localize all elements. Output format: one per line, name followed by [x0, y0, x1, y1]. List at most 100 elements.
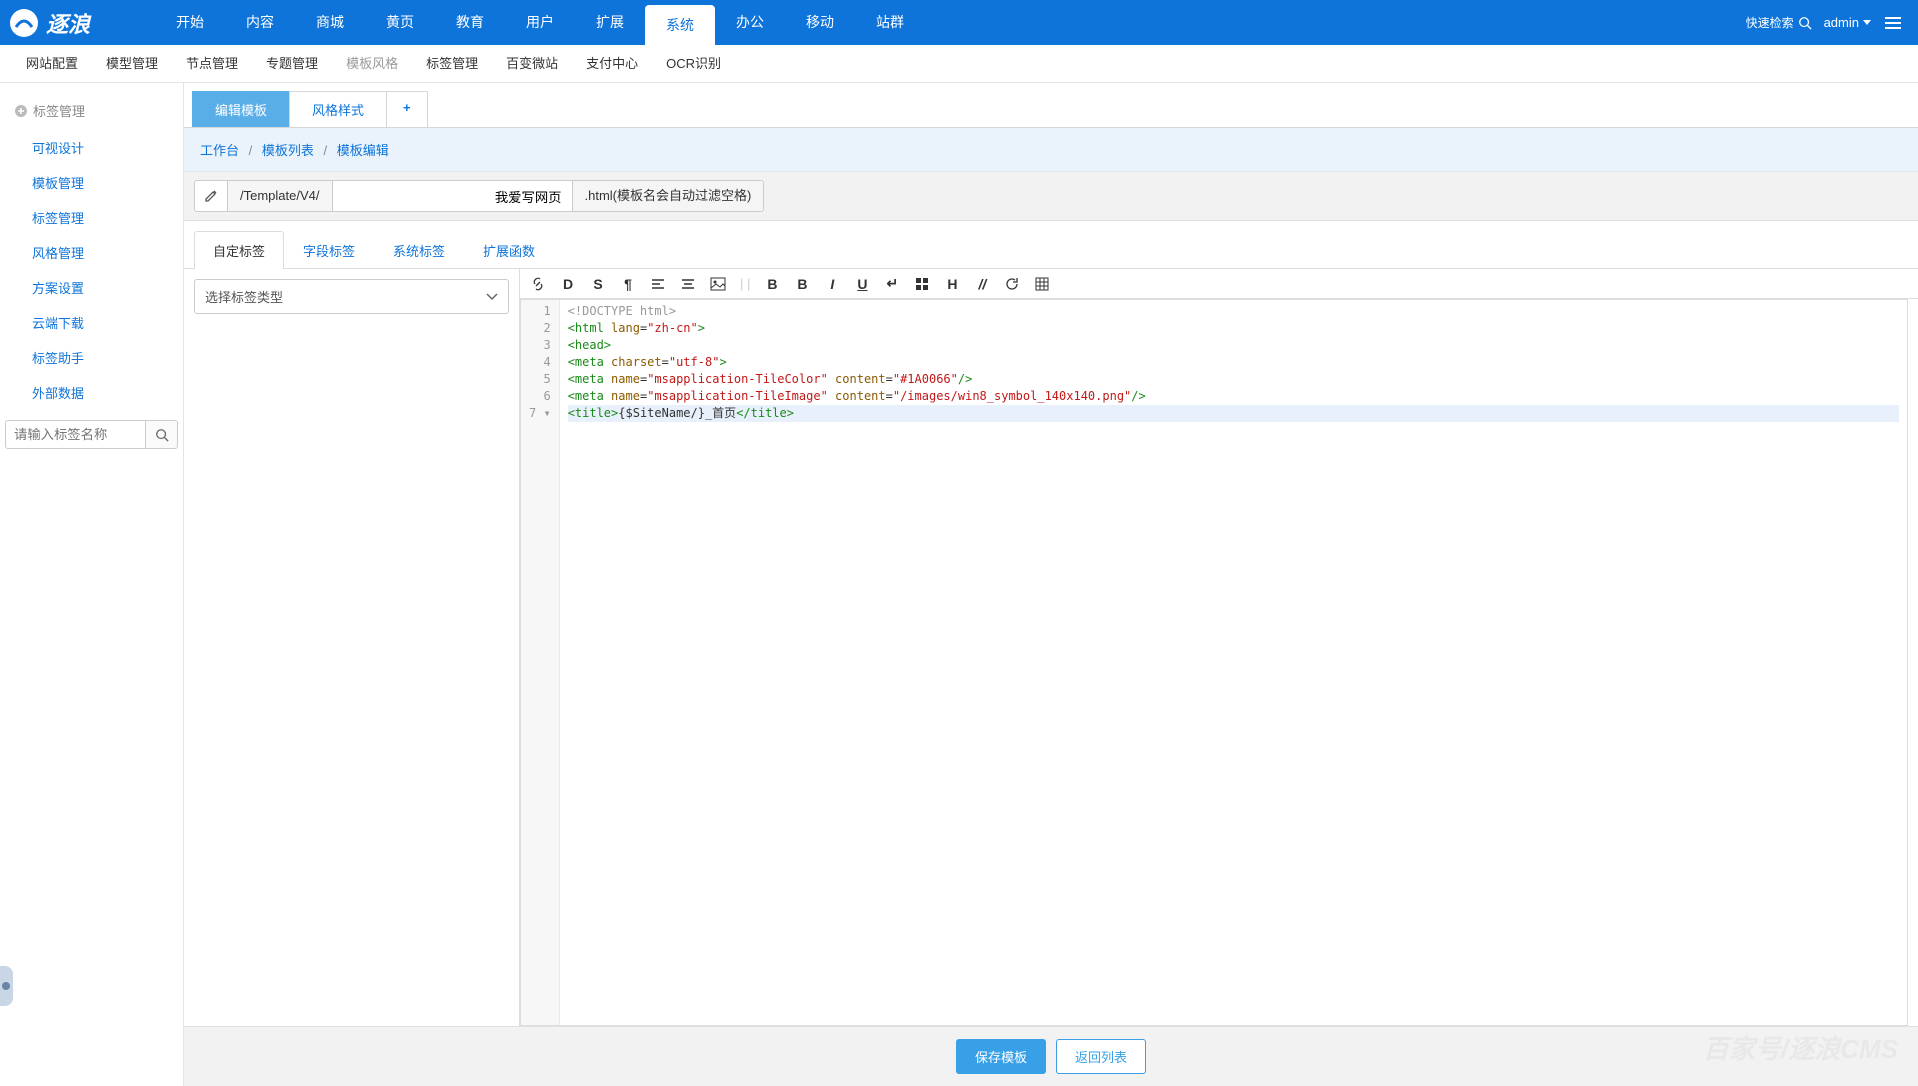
main-layout: 标签管理 可视设计模板管理标签管理风格管理方案设置云端下载标签助手外部数据 编辑… [0, 83, 1918, 1086]
paragraph-icon[interactable]: ¶ [620, 276, 636, 292]
sub-nav-0[interactable]: 网站配置 [12, 45, 92, 83]
sub-nav-6[interactable]: 百变微站 [492, 45, 572, 83]
breadcrumb-leaf[interactable]: 模板编辑 [337, 143, 389, 158]
edit-icon [204, 189, 218, 203]
top-nav-6[interactable]: 扩展 [575, 0, 645, 45]
sidebar-collapse-handle[interactable] [0, 966, 13, 1006]
breadcrumb-sep: / [324, 143, 328, 158]
sidebar-title-text: 标签管理 [33, 101, 85, 120]
editor-toolbar: D S ¶ | | B B I U ↵ H // [520, 269, 1918, 299]
template-name-input[interactable] [333, 180, 573, 212]
breadcrumb-sep: / [249, 143, 253, 158]
sub-nav-7[interactable]: 支付中心 [572, 45, 652, 83]
sub-nav-1[interactable]: 模型管理 [92, 45, 172, 83]
save-button[interactable]: 保存模板 [956, 1039, 1046, 1074]
top-nav-4[interactable]: 教育 [435, 0, 505, 45]
path-prefix: /Template/V4/ [228, 180, 333, 212]
underline-icon[interactable]: U [854, 276, 870, 292]
user-name: admin [1824, 15, 1859, 30]
quick-search-label: 快速检索 [1746, 14, 1794, 31]
top-nav: 开始内容商城黄页教育用户扩展系统办公移动站群 [155, 0, 1746, 45]
top-nav-5[interactable]: 用户 [505, 0, 575, 45]
refresh-icon[interactable] [1004, 277, 1020, 291]
tag-tabs: 自定标签字段标签系统标签扩展函数 [184, 231, 1918, 269]
tag-tab-2[interactable]: 系统标签 [374, 231, 464, 269]
tool-s[interactable]: S [590, 276, 606, 292]
breadcrumb-mid[interactable]: 模板列表 [262, 143, 314, 158]
footer-actions: 保存模板 返回列表 [184, 1026, 1918, 1086]
user-dropdown[interactable]: admin [1824, 15, 1871, 30]
sidebar-item-2[interactable]: 标签管理 [4, 200, 179, 235]
top-nav-10[interactable]: 站群 [855, 0, 925, 45]
back-button[interactable]: 返回列表 [1056, 1039, 1146, 1074]
template-path-row: /Template/V4/ .html(模板名会自动过滤空格) [184, 172, 1918, 221]
sub-nav-4[interactable]: 模板风格 [332, 45, 412, 83]
tag-tab-0[interactable]: 自定标签 [194, 231, 284, 269]
top-nav-2[interactable]: 商城 [295, 0, 365, 45]
align-center-icon[interactable] [680, 277, 696, 291]
tag-search-button[interactable] [146, 420, 178, 449]
breadcrumb: 工作台 / 模板列表 / 模板编辑 [184, 128, 1918, 172]
top-right: 快速检索 admin [1746, 13, 1918, 33]
sidebar-item-3[interactable]: 风格管理 [4, 235, 179, 270]
heading-icon[interactable]: H [944, 276, 960, 292]
align-left-icon[interactable] [650, 277, 666, 291]
quick-search[interactable]: 快速检索 [1746, 14, 1812, 31]
search-icon [1798, 16, 1812, 30]
breadcrumb-root[interactable]: 工作台 [200, 143, 239, 158]
comment-icon[interactable]: // [974, 276, 990, 292]
path-edit-button[interactable] [194, 180, 228, 212]
content-tab-0[interactable]: 编辑模板 [192, 91, 290, 127]
tag-search-input[interactable] [5, 420, 146, 449]
tag-type-select-placeholder: 选择标签类型 [205, 287, 283, 306]
sidebar-search [4, 420, 179, 449]
sub-nav: 网站配置模型管理节点管理专题管理模板风格标签管理百变微站支付中心OCR识别 [0, 45, 1918, 83]
code-panel: D S ¶ | | B B I U ↵ H // [520, 269, 1918, 1026]
logo[interactable]: 逐浪 [0, 7, 155, 39]
return-icon[interactable]: ↵ [884, 275, 900, 292]
code-editor[interactable]: 1234567 ▾ <!DOCTYPE html><html lang="zh-… [520, 299, 1908, 1026]
content: 编辑模板风格样式+ 工作台 / 模板列表 / 模板编辑 /Template/V4… [184, 83, 1918, 1086]
plus-circle-icon [14, 104, 28, 118]
top-nav-1[interactable]: 内容 [225, 0, 295, 45]
add-tab-button[interactable]: + [386, 91, 428, 127]
tag-tab-3[interactable]: 扩展函数 [464, 231, 554, 269]
tag-type-select[interactable]: 选择标签类型 [194, 279, 509, 314]
top-header: 逐浪 开始内容商城黄页教育用户扩展系统办公移动站群 快速检索 admin [0, 0, 1918, 45]
top-nav-8[interactable]: 办公 [715, 0, 785, 45]
line-gutter: 1234567 ▾ [521, 300, 560, 1025]
top-nav-0[interactable]: 开始 [155, 0, 225, 45]
sub-nav-2[interactable]: 节点管理 [172, 45, 252, 83]
table-icon[interactable] [1034, 277, 1050, 291]
sidebar-item-7[interactable]: 外部数据 [4, 375, 179, 410]
tag-tab-1[interactable]: 字段标签 [284, 231, 374, 269]
tag-panel: 选择标签类型 [184, 269, 520, 1026]
grid-icon[interactable] [914, 277, 930, 291]
content-tab-1[interactable]: 风格样式 [289, 91, 387, 127]
bold-icon[interactable]: B [764, 276, 780, 292]
sidebar-item-0[interactable]: 可视设计 [4, 130, 179, 165]
editor-area: 选择标签类型 D S ¶ | | B B I U [184, 269, 1918, 1026]
bold-icon-2[interactable]: B [794, 276, 810, 292]
path-suffix: .html(模板名会自动过滤空格) [573, 180, 765, 212]
top-nav-3[interactable]: 黄页 [365, 0, 435, 45]
sub-nav-5[interactable]: 标签管理 [412, 45, 492, 83]
search-icon [155, 428, 169, 442]
top-nav-9[interactable]: 移动 [785, 0, 855, 45]
chevron-down-icon [486, 293, 498, 301]
logo-text: 逐浪 [46, 7, 90, 39]
image-icon[interactable] [710, 277, 726, 291]
link-icon[interactable] [530, 276, 546, 292]
sub-nav-8[interactable]: OCR识别 [652, 45, 735, 83]
top-nav-7[interactable]: 系统 [645, 5, 715, 45]
sidebar-item-6[interactable]: 标签助手 [4, 340, 179, 375]
sidebar-title: 标签管理 [4, 95, 179, 130]
sub-nav-3[interactable]: 专题管理 [252, 45, 332, 83]
italic-icon[interactable]: I [824, 276, 840, 292]
sidebar-item-5[interactable]: 云端下载 [4, 305, 179, 340]
code-lines[interactable]: <!DOCTYPE html><html lang="zh-cn"><head>… [560, 300, 1907, 1025]
sidebar-item-1[interactable]: 模板管理 [4, 165, 179, 200]
hamburger-icon[interactable] [1883, 13, 1903, 33]
sidebar-item-4[interactable]: 方案设置 [4, 270, 179, 305]
tool-d[interactable]: D [560, 276, 576, 292]
